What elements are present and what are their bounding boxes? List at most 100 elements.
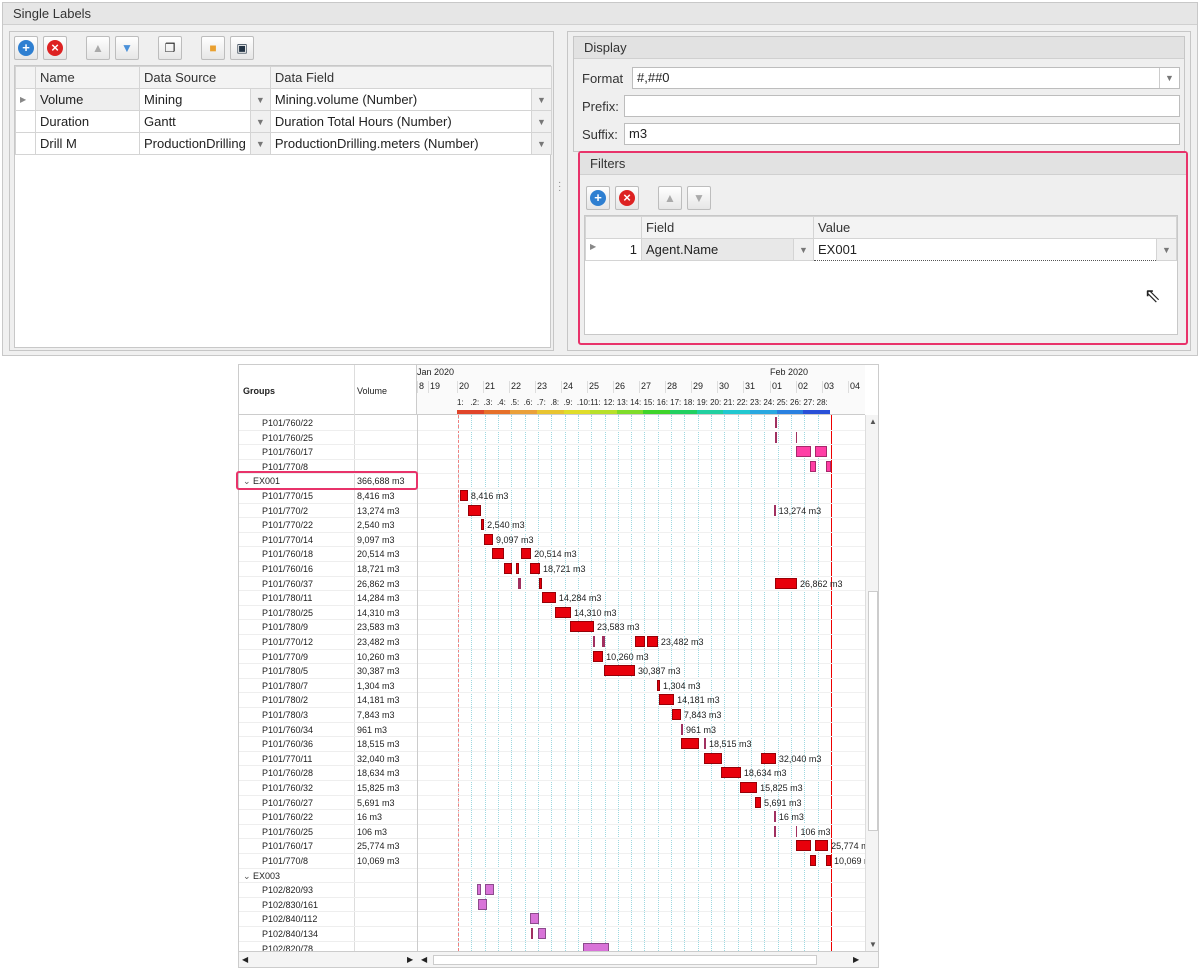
group-row[interactable]: P101/760/36 18,515 m3: [239, 737, 417, 752]
filter-up-button[interactable]: ▲: [658, 186, 682, 210]
group-row[interactable]: P101/770/9 10,260 m3: [239, 650, 417, 665]
col-data-field[interactable]: Data Field: [269, 66, 553, 89]
day-label: 23: [535, 381, 548, 393]
arrow-up-icon: ▲: [92, 41, 104, 55]
source-cell[interactable]: Mining: [139, 88, 251, 111]
label-row[interactable]: Drill M ProductionDrilling ▼ ProductionDril…: [15, 132, 552, 155]
dropdown-button[interactable]: ▼: [249, 88, 271, 111]
group-row[interactable]: P101/770/12 23,482 m3: [239, 635, 417, 650]
col-field[interactable]: Field: [641, 216, 814, 239]
bar-label: 15,825 m3: [760, 783, 803, 793]
hour-color-band: [550, 410, 565, 414]
dropdown-button[interactable]: ▼: [249, 132, 271, 155]
dropdown-button[interactable]: ▼: [249, 110, 271, 133]
delete-button[interactable]: ×: [43, 36, 67, 60]
gantt-bar: [795, 825, 798, 837]
group-row[interactable]: P101/760/27 5,691 m3: [239, 796, 417, 811]
volume-header[interactable]: Volume: [357, 386, 387, 396]
delete-filter-button[interactable]: ×: [615, 186, 639, 210]
filters-group: Filters + × ▲ ▼ Field Value ▶ 1 Agent.Name ▼…: [578, 151, 1188, 345]
group-row[interactable]: P102/820/78: [239, 942, 417, 951]
field-cell[interactable]: Mining.volume (Number): [269, 88, 533, 111]
scrollbar-thumb[interactable]: [868, 591, 878, 831]
group-row[interactable]: P101/760/37 26,862 m3: [239, 577, 417, 592]
copy-button[interactable]: ❐: [158, 36, 182, 60]
group-row[interactable]: P101/780/7 1,304 m3: [239, 679, 417, 694]
scrollbar-thumb[interactable]: [433, 955, 817, 965]
label-row[interactable]: ▶ Volume Mining ▼ Mining.volume (Number) ▼: [15, 88, 552, 111]
groups-header[interactable]: Groups: [243, 386, 275, 396]
filter-value-cell[interactable]: EX001: [813, 238, 1157, 261]
group-row[interactable]: P101/770/15 8,416 m3: [239, 489, 417, 504]
format-select[interactable]: #,##0 ▼: [632, 67, 1180, 89]
group-row[interactable]: P101/770/2 13,274 m3: [239, 504, 417, 519]
group-row[interactable]: P102/840/112: [239, 912, 417, 927]
suffix-input[interactable]: m3: [624, 123, 1180, 145]
chevron-down-icon[interactable]: ▼: [1159, 68, 1179, 88]
source-cell[interactable]: ProductionDrilling: [139, 132, 251, 155]
group-row[interactable]: P101/760/32 15,825 m3: [239, 781, 417, 796]
move-down-button[interactable]: ▼: [115, 36, 139, 60]
add-filter-button[interactable]: +: [586, 186, 610, 210]
hour-color-band: [603, 410, 618, 414]
group-row[interactable]: P101/780/5 30,387 m3: [239, 664, 417, 679]
col-name[interactable]: Name: [35, 66, 140, 89]
filter-row[interactable]: ▶ 1 Agent.Name ▼ EX001 ▼: [585, 238, 1177, 261]
group-row[interactable]: P101/760/25: [239, 431, 417, 446]
move-up-button[interactable]: ▲: [86, 36, 110, 60]
group-row[interactable]: P101/770/14 9,097 m3: [239, 533, 417, 548]
row-name: P101/770/8: [262, 856, 309, 866]
hour-color-band: [696, 410, 711, 414]
vertical-scrollbar[interactable]: ▲ ▼: [865, 415, 878, 951]
group-row[interactable]: P101/770/8 10,069 m3: [239, 854, 417, 869]
row-name: P101/770/11: [262, 753, 313, 764]
group-row[interactable]: P101/760/28 18,634 m3: [239, 766, 417, 781]
label-row[interactable]: Duration Gantt ▼ Duration Total Hours (Numb…: [15, 110, 552, 133]
splitter-handle[interactable]: · · ·: [558, 178, 561, 196]
dropdown-button[interactable]: ▼: [531, 88, 552, 111]
group-row[interactable]: P102/830/161: [239, 898, 417, 913]
open-button[interactable]: ■: [201, 36, 225, 60]
save-button[interactable]: ▣: [230, 36, 254, 60]
source-cell[interactable]: Gantt: [139, 110, 251, 133]
bar-label: 7,843 m3: [683, 710, 722, 720]
dropdown-button[interactable]: ▼: [793, 238, 814, 261]
group-row[interactable]: P101/780/11 14,284 m3: [239, 591, 417, 606]
group-row[interactable]: P101/780/25 14,310 m3: [239, 606, 417, 621]
name-cell[interactable]: Drill M: [35, 132, 140, 155]
hour-color-band: [563, 410, 578, 414]
group-row[interactable]: P101/780/9 23,583 m3: [239, 620, 417, 635]
col-value[interactable]: Value: [813, 216, 1177, 239]
name-cell[interactable]: Volume: [35, 88, 140, 111]
group-row[interactable]: P101/760/34 961 m3: [239, 723, 417, 738]
group-row[interactable]: P101/770/11 32,040 m3: [239, 752, 417, 767]
name-cell[interactable]: Duration: [35, 110, 140, 133]
col-data-source[interactable]: Data Source: [139, 66, 271, 89]
bar-label: 14,310 m3: [574, 607, 617, 618]
group-row[interactable]: P101/760/25 106 m3: [239, 825, 417, 840]
horizontal-scrollbar[interactable]: ◀ ▶ ◀ ▶: [239, 951, 878, 967]
row-divider: [418, 882, 865, 884]
field-cell[interactable]: Duration Total Hours (Number): [269, 110, 533, 133]
group-row[interactable]: P101/760/22: [239, 416, 417, 431]
group-row[interactable]: P101/760/18 20,514 m3: [239, 547, 417, 562]
group-row[interactable]: P101/760/16 18,721 m3: [239, 562, 417, 577]
dropdown-button[interactable]: ▼: [531, 110, 552, 133]
group-row[interactable]: ⌄ EX003: [239, 869, 417, 884]
group-row[interactable]: P101/780/3 7,843 m3: [239, 708, 417, 723]
group-row[interactable]: P101/760/17: [239, 445, 417, 460]
filter-down-button[interactable]: ▼: [687, 186, 711, 210]
group-row[interactable]: P101/760/17 25,774 m3: [239, 839, 417, 854]
hour-color-band: [803, 410, 818, 414]
group-row[interactable]: P101/780/2 14,181 m3: [239, 693, 417, 708]
group-row[interactable]: P101/770/22 2,540 m3: [239, 518, 417, 533]
filter-field-cell[interactable]: Agent.Name: [641, 238, 794, 261]
field-cell[interactable]: ProductionDrilling.meters (Number): [269, 132, 533, 155]
dropdown-button[interactable]: ▼: [1156, 238, 1177, 261]
group-row[interactable]: P101/760/22 16 m3: [239, 810, 417, 825]
group-row[interactable]: P102/820/93: [239, 883, 417, 898]
group-row[interactable]: P102/840/134: [239, 927, 417, 942]
add-button[interactable]: +: [14, 36, 38, 60]
dropdown-button[interactable]: ▼: [531, 132, 552, 155]
prefix-input[interactable]: [624, 95, 1180, 117]
